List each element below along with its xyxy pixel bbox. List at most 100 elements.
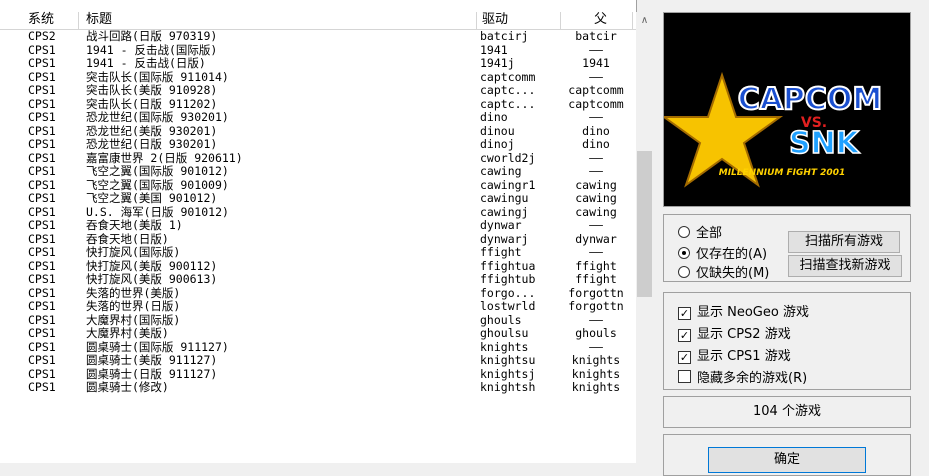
scan-new-button[interactable]: 扫描查找新游戏 (788, 255, 902, 277)
cell-driver: captcomm (480, 70, 536, 84)
cell-parent: forgottn (568, 286, 624, 300)
table-row[interactable]: CPS1 飞空之翼(国际版 901009) cawingr1 cawing (0, 179, 636, 193)
cell-parent: ffight (575, 273, 617, 286)
cell-parent: —— (589, 313, 603, 327)
table-row[interactable]: CPS1 飞空之翼(国际版 901012) cawing —— (0, 165, 636, 179)
cell-driver: ffightub (480, 273, 536, 286)
cell-system: CPS1 (28, 327, 56, 340)
cell-title: 大魔界村(国际版) (86, 313, 181, 327)
cell-driver: dino (480, 111, 508, 124)
table-row[interactable]: CPS1 快打旋风(国际版) ffight —— (0, 246, 636, 260)
table-row[interactable]: CPS1 U.S. 海军(日版 901012) cawingj cawing (0, 206, 636, 220)
cell-driver: cawingr1 (480, 178, 536, 192)
ok-button[interactable]: 确定 (708, 447, 866, 473)
table-row[interactable]: CPS1 大魔界村(美版) ghoulsu ghouls (0, 327, 636, 341)
col-title[interactable]: 标题 (82, 12, 112, 28)
table-row[interactable]: CPS1 圆桌骑士(国际版 911127) knights —— (0, 341, 636, 355)
scan-all-button[interactable]: 扫描所有游戏 (788, 231, 900, 253)
cell-system: CPS1 (28, 273, 56, 286)
table-row[interactable]: CPS1 1941 - 反击战(国际版) 1941 —— (0, 44, 636, 58)
cell-system: CPS1 (28, 111, 56, 124)
cell-parent: cawing (575, 178, 617, 192)
cell-driver: cawingj (480, 205, 529, 219)
cell-driver: knights (480, 340, 529, 354)
cell-driver: ghouls (480, 313, 522, 327)
radio-all[interactable]: 全部 (678, 222, 722, 241)
cell-parent: knights (571, 381, 621, 394)
cell-parent: dino (582, 138, 610, 151)
cell-system: CPS1 (28, 246, 56, 259)
table-row[interactable]: CPS1 突击队长(日版 911202) captc... captcomm (0, 98, 636, 112)
cell-driver: cawingu (480, 192, 529, 205)
table-row[interactable]: CPS1 突击队长(国际版 911014) captcomm —— (0, 71, 636, 85)
table-row[interactable]: CPS1 大魔界村(国际版) ghouls —— (0, 314, 636, 328)
cell-title: 圆桌骑士(美版 911127) (86, 354, 218, 367)
table-row[interactable]: CPS1 失落的世界(日版) lostwrld forgottn (0, 300, 636, 314)
scroll-up-icon[interactable]: ∧ (636, 12, 653, 29)
game-list[interactable]: 系统 标题 驱动 父 CPS2 战斗回路(日版 970319) batcirj bat… (0, 0, 637, 463)
table-row[interactable]: CPS1 快打旋风(美版 900613) ffightub ffight (0, 273, 636, 287)
logo-bottom: SNK (789, 126, 861, 161)
cell-title: 圆桌骑士(日版 911127) (86, 367, 218, 381)
cell-system: CPS1 (28, 57, 56, 70)
cell-system: CPS1 (28, 178, 56, 192)
cell-driver: dinoj (480, 138, 515, 151)
cell-system: CPS1 (28, 300, 56, 313)
option-checkbox[interactable]: ✓ 显示 NeoGeo 游戏 (678, 301, 809, 320)
col-driver[interactable]: 驱动 (478, 12, 508, 28)
table-row[interactable]: CPS1 嘉富康世界 2(日版 920611) cworld2j —— (0, 152, 636, 166)
table-row[interactable]: CPS1 恐龙世纪(国际版 930201) dino —— (0, 111, 636, 125)
cell-title: 飞空之翼(美国 901012) (86, 192, 218, 205)
table-row[interactable]: CPS1 圆桌骑士(修改) knightsh knights (0, 381, 636, 395)
cell-parent: dino (582, 124, 610, 138)
table-row[interactable]: CPS1 恐龙世纪(美版 930201) dinou dino (0, 125, 636, 139)
cell-title: 突击队长(美版 910928) (86, 84, 218, 97)
cell-system: CPS1 (28, 151, 56, 165)
table-row[interactable]: CPS1 突击队长(美版 910928) captc... captcomm (0, 84, 636, 98)
cell-system: CPS1 (28, 219, 56, 232)
cell-title: 圆桌骑士(国际版 911127) (86, 340, 229, 354)
table-row[interactable]: CPS1 失落的世界(美版) forgo... forgottn (0, 287, 636, 301)
table-row[interactable]: CPS1 吞食天地(美版 1) dynwar —— (0, 219, 636, 233)
option-checkbox[interactable]: ✓ 显示 CPS2 游戏 (678, 323, 791, 342)
cell-driver: ghoulsu (480, 327, 529, 340)
col-system[interactable]: 系统 (24, 12, 54, 28)
scroll-thumb[interactable] (637, 151, 652, 297)
ok-group: 确定 (663, 434, 911, 476)
table-row[interactable]: CPS2 战斗回路(日版 970319) batcirj batcir (0, 30, 636, 44)
cell-title: 恐龙世纪(国际版 930201) (86, 111, 229, 124)
cell-parent: forgottn (568, 300, 624, 313)
table-row[interactable]: CPS1 1941 - 反击战(日版) 1941j 1941 (0, 57, 636, 71)
radio-all-icon (678, 226, 690, 238)
option-checkbox[interactable]: ✓ 显示 CPS1 游戏 (678, 345, 791, 364)
col-parent[interactable]: 父 (590, 12, 607, 28)
table-row[interactable]: CPS1 圆桌骑士(日版 911127) knightsj knights (0, 368, 636, 382)
cell-driver: dynwar (480, 219, 522, 232)
table-row[interactable]: CPS1 飞空之翼(美国 901012) cawingu cawing (0, 192, 636, 206)
table-row[interactable]: CPS1 圆桌骑士(美版 911127) knightsu knights (0, 354, 636, 368)
cell-parent: cawing (575, 205, 617, 219)
cell-title: 突击队长(国际版 911014) (86, 70, 229, 84)
cell-parent: batcir (575, 30, 617, 43)
checkbox-icon: ✓ (678, 307, 691, 320)
cell-driver: dinou (480, 124, 515, 138)
cell-parent: —— (589, 246, 603, 259)
radio-missing[interactable]: 仅缺失的(M) (678, 262, 769, 281)
cell-parent: —— (589, 111, 603, 124)
cell-parent: knights (571, 367, 621, 381)
cell-parent: —— (589, 340, 603, 354)
option-checkbox[interactable]: 隐藏多余的游戏(R) (678, 367, 807, 386)
cell-system: CPS1 (28, 205, 56, 219)
table-row[interactable]: CPS1 快打旋风(美版 900112) ffightua ffight (0, 260, 636, 274)
table-row[interactable]: CPS1 吞食天地(日版) dynwarj dynwar (0, 233, 636, 247)
cell-system: CPS1 (28, 70, 56, 84)
list-scrollbar[interactable]: ∧ (636, 12, 653, 463)
table-row[interactable]: CPS1 恐龙世纪(日版 930201) dinoj dino (0, 138, 636, 152)
cell-system: CPS1 (28, 259, 56, 273)
radio-existing[interactable]: 仅存在的(A) (678, 243, 767, 262)
cell-parent: cawing (575, 192, 617, 205)
cell-parent: 1941 (582, 57, 610, 70)
logo-top: CAPCOM (738, 82, 883, 117)
cell-driver: lostwrld (480, 300, 536, 313)
cell-title: U.S. 海军(日版 901012) (86, 205, 229, 219)
